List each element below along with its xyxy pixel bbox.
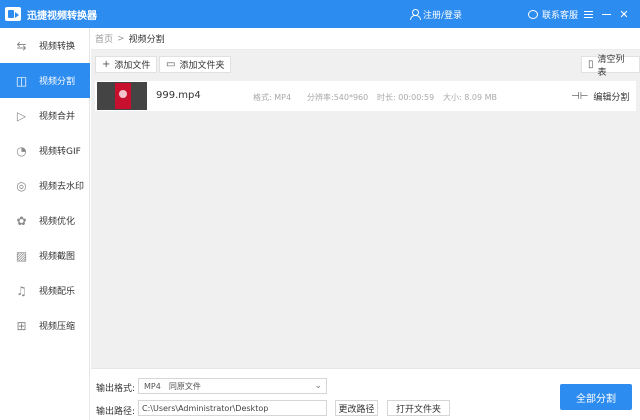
open-folder-label: 打开文件夹 [395, 404, 441, 415]
sidebar-item-label: 视频转换 [39, 42, 76, 52]
file-name: 999.mp4 [156, 90, 201, 101]
app-title: 迅捷视频转换器 [27, 10, 97, 22]
optimize-icon: ✿ [16, 213, 27, 228]
video-convert-icon: ⇆ [16, 38, 27, 53]
edit-split-label: 编辑分割 [593, 93, 630, 103]
breadcrumb-home[interactable]: 首页 [95, 32, 113, 45]
split-all-label: 全部分割 [576, 393, 616, 405]
breadcrumb: 首页 > 视频分割 [91, 28, 640, 50]
sidebar-item-video-screenshot[interactable]: ▨ 视频截图 [0, 238, 90, 273]
output-path-value: C:\Users\Administrator\Desktop [142, 403, 269, 413]
file-resolution: 分辨率:540*960 [307, 93, 369, 102]
menu-icon [583, 10, 593, 18]
output-path-input[interactable]: C:\Users\Administrator\Desktop [138, 400, 327, 416]
sidebar-item-video-merge[interactable]: ▷ 视频合并 [0, 98, 90, 133]
sidebar-item-label: 视频压缩 [39, 322, 76, 332]
change-path-button[interactable]: 更改路径 [335, 400, 378, 416]
split-all-button[interactable]: 全部分割 [560, 384, 632, 410]
trash-icon: ▯ [588, 59, 594, 70]
add-folder-label: 添加文件夹 [179, 61, 225, 71]
file-list: 999.mp4 格式: MP4 分辨率:540*960 时长: 00:00:59… [91, 78, 640, 368]
file-duration: 时长: 00:00:59 [377, 93, 435, 102]
music-icon: ♫ [16, 283, 27, 298]
add-folder-button[interactable]: ▭ 添加文件夹 [159, 56, 232, 73]
app-logo-icon [5, 7, 21, 21]
minimize-icon [601, 13, 611, 15]
plus-icon: + [102, 59, 111, 70]
sidebar-item-label: 视频去水印 [39, 182, 85, 192]
title-bar: 迅捷视频转换器 注册/登录 联系客服 ✕ [0, 0, 640, 28]
sidebar-item-video-convert[interactable]: ⇆ 视频转换 [0, 28, 90, 63]
add-file-button[interactable]: + 添加文件 [95, 56, 158, 73]
breadcrumb-current: 视频分割 [128, 35, 165, 45]
file-row[interactable]: 999.mp4 格式: MP4 分辨率:540*960 时长: 00:00:59… [95, 81, 636, 111]
menu-button[interactable] [580, 0, 596, 28]
output-format-select[interactable]: MP4 同原文件 ⌄ [138, 378, 327, 394]
login-button[interactable]: 注册/登录 [410, 0, 462, 28]
close-icon: ✕ [619, 7, 629, 21]
file-size: 大小: 8.09 MB [443, 93, 497, 102]
sidebar-item-label: 视频截图 [39, 252, 76, 262]
open-folder-button[interactable]: 打开文件夹 [387, 400, 450, 416]
sidebar-item-video-split[interactable]: ◫ 视频分割 [0, 63, 90, 98]
video-gif-icon: ◔ [16, 143, 27, 158]
video-split-icon: ◫ [15, 73, 28, 88]
user-icon [410, 9, 421, 20]
file-format: 格式: MP4 [253, 93, 292, 102]
screenshot-icon: ▨ [15, 248, 28, 263]
sidebar-item-label: 视频合并 [39, 112, 76, 122]
sidebar: ⇆ 视频转换 ◫ 视频分割 ▷ 视频合并 ◔ 视频转GIF ◎ 视频去水印 ✿ … [0, 28, 90, 420]
video-thumbnail [97, 82, 147, 110]
sidebar-item-remove-watermark[interactable]: ◎ 视频去水印 [0, 168, 90, 203]
sidebar-item-label: 视频分割 [39, 77, 76, 87]
sidebar-item-label: 视频优化 [39, 217, 76, 227]
edit-split-button[interactable]: ⊣⊢ 编辑分割 [571, 90, 629, 103]
compress-icon: ⊞ [16, 318, 27, 333]
add-file-label: 添加文件 [114, 61, 151, 71]
customer-service-button[interactable]: 联系客服 [528, 0, 578, 28]
toolbar: + 添加文件 ▭ 添加文件夹 ▯ 清空列表 [91, 50, 640, 78]
sidebar-item-label: 视频转GIF [39, 147, 81, 157]
video-merge-icon: ▷ [16, 108, 27, 123]
clear-list-label: 清空列表 [597, 54, 625, 78]
sidebar-item-video-gif[interactable]: ◔ 视频转GIF [0, 133, 90, 168]
sidebar-item-video-compress[interactable]: ⊞ 视频压缩 [0, 308, 90, 343]
change-path-label: 更改路径 [338, 404, 375, 415]
output-format-extra: 同原文件 [168, 381, 201, 391]
split-icon: ⊣⊢ [571, 91, 589, 102]
output-format-label: 输出格式: [96, 384, 136, 394]
thumbnail-detail [119, 90, 127, 98]
login-label: 注册/登录 [423, 10, 463, 21]
sidebar-item-label: 视频配乐 [39, 287, 76, 297]
watermark-icon: ◎ [16, 178, 27, 193]
folder-icon: ▭ [166, 59, 176, 70]
sidebar-item-video-music[interactable]: ♫ 视频配乐 [0, 273, 90, 308]
chevron-down-icon: ⌄ [314, 381, 322, 391]
minimize-button[interactable] [598, 0, 614, 28]
output-panel: 输出格式: MP4 同原文件 ⌄ 输出路径: C:\Users\Administ… [91, 368, 640, 420]
customer-service-label: 联系客服 [542, 10, 579, 21]
output-path-label: 输出路径: [96, 407, 136, 417]
output-format-value: MP4 [144, 381, 161, 391]
chat-icon [528, 9, 538, 19]
breadcrumb-separator: > [117, 33, 125, 44]
clear-list-button[interactable]: ▯ 清空列表 [581, 55, 640, 78]
sidebar-item-video-optimize[interactable]: ✿ 视频优化 [0, 203, 90, 238]
close-button[interactable]: ✕ [616, 0, 632, 28]
